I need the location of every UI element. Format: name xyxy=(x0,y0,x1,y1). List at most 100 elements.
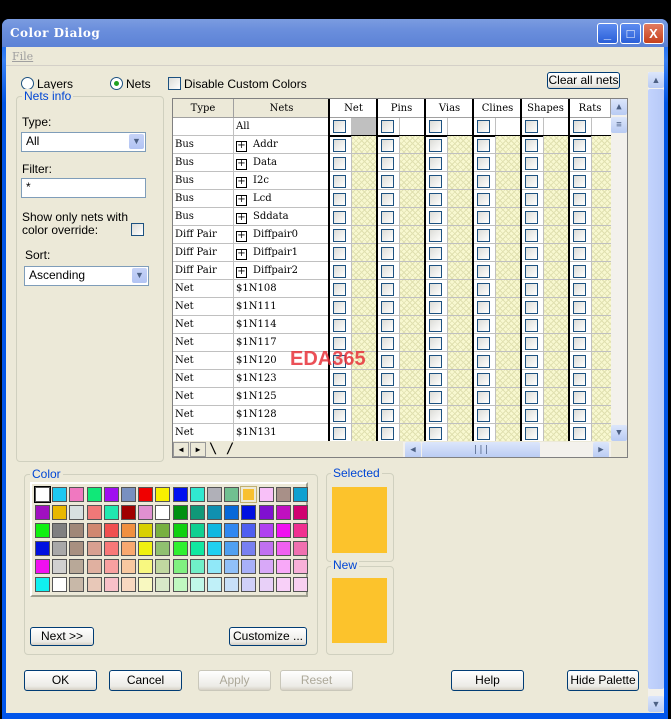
visibility-checkbox[interactable] xyxy=(429,139,442,152)
row-net-name[interactable]: + Sddata xyxy=(234,208,330,226)
row-net-name[interactable]: $1N108 xyxy=(234,280,330,298)
grid-hscroll-thumb[interactable]: ||| xyxy=(422,442,540,457)
palette-swatch[interactable] xyxy=(69,559,85,574)
ok-button[interactable]: OK xyxy=(24,670,97,691)
palette-swatch[interactable] xyxy=(241,505,257,520)
palette-swatch[interactable] xyxy=(121,559,136,574)
color-cell[interactable] xyxy=(544,136,569,153)
palette-swatch[interactable] xyxy=(172,487,188,502)
palette-swatch[interactable] xyxy=(240,486,258,503)
column-header-shapes[interactable]: Shapes xyxy=(522,99,570,118)
color-cell[interactable] xyxy=(544,352,569,369)
palette-swatch[interactable] xyxy=(275,523,291,538)
customize-button[interactable]: Customize ... xyxy=(229,627,307,646)
visibility-checkbox[interactable] xyxy=(477,337,490,350)
visibility-checkbox[interactable] xyxy=(333,319,346,332)
palette-swatch[interactable] xyxy=(241,523,257,538)
palette-swatch[interactable] xyxy=(275,559,291,574)
visibility-checkbox[interactable] xyxy=(333,193,346,206)
expand-icon[interactable]: + xyxy=(236,267,247,278)
palette-swatch[interactable] xyxy=(138,523,154,538)
palette-swatch[interactable] xyxy=(86,505,102,520)
show-only-override-checkbox[interactable] xyxy=(131,223,144,236)
color-cell[interactable] xyxy=(352,208,377,225)
visibility-checkbox[interactable] xyxy=(429,120,442,133)
color-cell[interactable] xyxy=(496,370,521,387)
color-cell[interactable] xyxy=(544,154,569,171)
title-bar[interactable] xyxy=(2,19,668,47)
visibility-checkbox[interactable] xyxy=(381,373,394,386)
palette-swatch[interactable] xyxy=(224,505,240,520)
visibility-checkbox[interactable] xyxy=(525,120,538,133)
visibility-checkbox[interactable] xyxy=(381,265,394,278)
row-net-name[interactable]: + I2c xyxy=(234,172,330,190)
visibility-checkbox[interactable] xyxy=(573,139,586,152)
visibility-checkbox[interactable] xyxy=(381,175,394,188)
visibility-checkbox[interactable] xyxy=(573,373,586,386)
color-cell[interactable] xyxy=(352,154,377,171)
palette-swatch[interactable] xyxy=(258,577,274,592)
visibility-checkbox[interactable] xyxy=(429,193,442,206)
scroll-down-icon[interactable]: ▼ xyxy=(648,696,664,712)
chevron-down-icon[interactable]: ▼ xyxy=(132,268,147,283)
palette-swatch[interactable] xyxy=(103,541,119,556)
expand-icon[interactable]: + xyxy=(236,249,247,260)
color-cell[interactable] xyxy=(400,154,425,171)
color-cell[interactable] xyxy=(448,370,473,387)
visibility-checkbox[interactable] xyxy=(333,301,346,314)
color-cell[interactable] xyxy=(400,190,425,207)
palette-swatch[interactable] xyxy=(224,487,240,502)
visibility-checkbox[interactable] xyxy=(477,211,490,224)
visibility-checkbox[interactable] xyxy=(429,211,442,224)
color-cell[interactable] xyxy=(496,388,521,405)
visibility-checkbox[interactable] xyxy=(333,283,346,296)
color-cell[interactable] xyxy=(496,424,521,441)
visibility-checkbox[interactable] xyxy=(573,391,586,404)
grid-vscroll-thumb[interactable]: ≡ xyxy=(611,117,627,133)
palette-swatch[interactable] xyxy=(293,487,308,502)
color-cell[interactable] xyxy=(352,298,377,315)
visibility-checkbox[interactable] xyxy=(429,247,442,260)
color-cell[interactable] xyxy=(400,244,425,261)
palette-swatch[interactable] xyxy=(155,541,171,556)
scroll-down-icon[interactable]: ▼ xyxy=(611,425,627,441)
visibility-checkbox[interactable] xyxy=(477,193,490,206)
visibility-checkbox[interactable] xyxy=(477,120,490,133)
row-net-name[interactable]: $1N111 xyxy=(234,298,330,316)
visibility-checkbox[interactable] xyxy=(477,247,490,260)
color-cell[interactable] xyxy=(400,280,425,297)
visibility-checkbox[interactable] xyxy=(381,283,394,296)
color-cell[interactable] xyxy=(448,136,473,153)
visibility-checkbox[interactable] xyxy=(525,247,538,260)
visibility-checkbox[interactable] xyxy=(573,193,586,206)
visibility-checkbox[interactable] xyxy=(381,409,394,422)
palette-swatch[interactable] xyxy=(241,559,257,574)
color-cell[interactable] xyxy=(352,388,377,405)
visibility-checkbox[interactable] xyxy=(573,120,586,133)
color-cell[interactable] xyxy=(544,262,569,279)
palette-swatch[interactable] xyxy=(121,541,136,556)
row-net-name[interactable]: $1N128 xyxy=(234,406,330,424)
visibility-checkbox[interactable] xyxy=(429,319,442,332)
color-cell[interactable] xyxy=(352,262,377,279)
visibility-checkbox[interactable] xyxy=(573,175,586,188)
grid-vertical-scrollbar[interactable] xyxy=(611,99,627,441)
palette-swatch[interactable] xyxy=(86,577,102,592)
visibility-checkbox[interactable] xyxy=(381,247,394,260)
visibility-checkbox[interactable] xyxy=(333,211,346,224)
palette-swatch[interactable] xyxy=(86,487,102,502)
visibility-checkbox[interactable] xyxy=(525,319,538,332)
disable-custom-colors-checkbox[interactable] xyxy=(168,77,181,90)
visibility-checkbox[interactable] xyxy=(381,391,394,404)
color-cell[interactable] xyxy=(448,298,473,315)
color-cell[interactable] xyxy=(496,280,521,297)
palette-swatch[interactable] xyxy=(69,505,85,520)
palette-swatch[interactable] xyxy=(35,577,50,592)
color-cell[interactable] xyxy=(496,298,521,315)
palette-swatch[interactable] xyxy=(121,487,136,502)
palette-swatch[interactable] xyxy=(224,541,240,556)
palette-swatch[interactable] xyxy=(103,487,119,502)
expand-icon[interactable]: + xyxy=(236,213,247,224)
palette-swatch[interactable] xyxy=(138,487,154,502)
visibility-checkbox[interactable] xyxy=(525,391,538,404)
